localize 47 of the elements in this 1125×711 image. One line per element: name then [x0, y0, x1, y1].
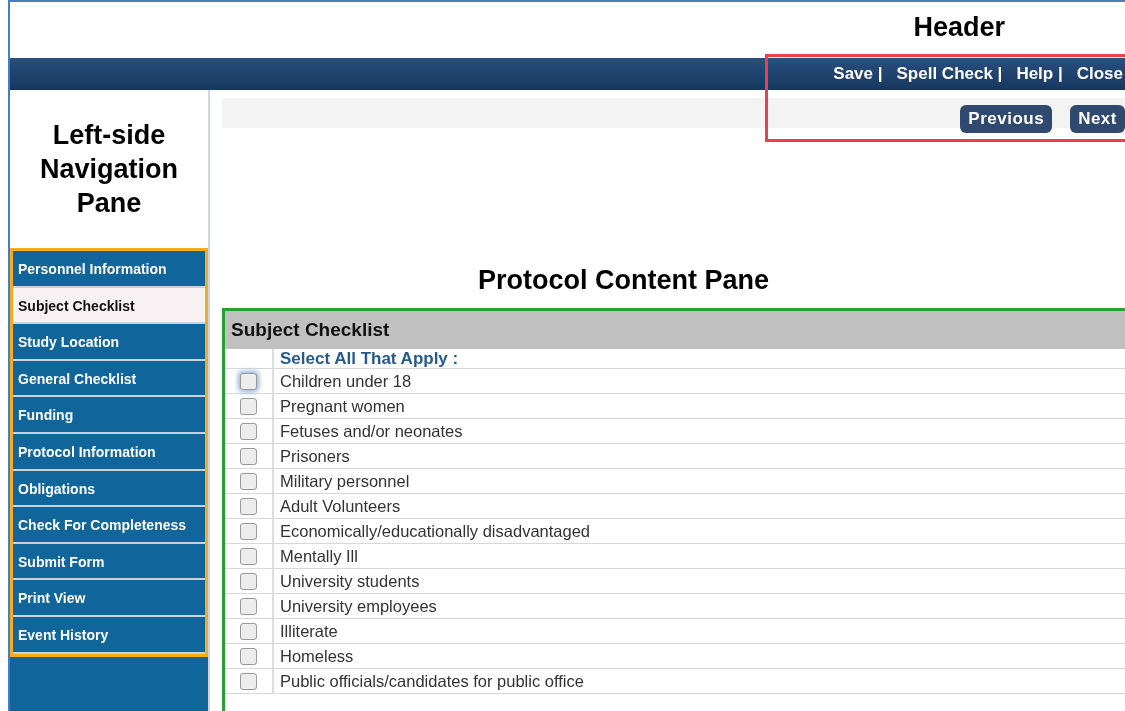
nav-button[interactable]: Next	[1070, 105, 1125, 133]
header-link[interactable]: Save |	[833, 64, 883, 84]
checkbox-label: Adult Volunteers	[280, 496, 401, 516]
header-link[interactable]: Help |	[1016, 64, 1063, 84]
checkbox-label: Children under 18	[280, 371, 412, 391]
header-link[interactable]: Spell Check |	[896, 64, 1003, 84]
checkbox[interactable]	[240, 647, 257, 665]
checkbox[interactable]	[240, 447, 257, 465]
checkbox-label: University students	[280, 571, 420, 591]
sidebar-item[interactable]: General Checklist	[13, 360, 205, 398]
sidebar-item[interactable]: Obligations	[13, 470, 205, 508]
panel-title: Subject Checklist	[231, 319, 390, 341]
sidebar-item[interactable]: Submit Form	[13, 543, 205, 581]
sidebar-item[interactable]: Protocol Information	[13, 433, 205, 471]
sidebar-item[interactable]: Subject Checklist	[13, 287, 205, 325]
checkbox[interactable]	[240, 422, 257, 440]
checkbox-label: Fetuses and/or neonates	[280, 421, 463, 441]
checkbox[interactable]	[240, 497, 257, 515]
sidebar-item[interactable]: Check For Completeness	[13, 507, 205, 544]
checkbox-label: Pregnant women	[280, 396, 405, 416]
checkbox[interactable]	[240, 547, 257, 565]
annotation-label: Left-side Navigation Pane	[39, 119, 179, 220]
checkbox[interactable]	[240, 522, 257, 540]
checkbox-label: University employees	[280, 596, 437, 616]
sidebar-item[interactable]: Event History	[13, 616, 205, 654]
checkbox[interactable]	[240, 597, 257, 615]
instruction-text: Select All That Apply :	[280, 348, 459, 369]
checkbox-label: Homeless	[280, 646, 354, 666]
sidebar-item[interactable]: Funding	[13, 397, 205, 434]
checkbox-label: Public officials/candidates for public office	[280, 671, 584, 691]
checkbox[interactable]	[240, 572, 257, 590]
annotation-label: Protocol Content Pane	[478, 265, 769, 296]
sidebar-item[interactable]: Print View	[13, 580, 205, 617]
annotation-label: Header	[913, 12, 1005, 43]
checkbox-label: Illiterate	[280, 621, 338, 641]
checkbox[interactable]	[240, 397, 257, 415]
checkbox[interactable]	[240, 472, 257, 490]
sidebar-item[interactable]: Study Location	[13, 324, 205, 361]
checkbox-label: Military personnel	[280, 471, 410, 491]
header-link[interactable]: Close	[1076, 64, 1123, 84]
checkbox-label: Prisoners	[280, 446, 350, 466]
checkbox-label: Economically/educationally disadvantaged	[280, 521, 591, 541]
checkbox-label: Mentally Ill	[280, 546, 358, 566]
nav-button[interactable]: Previous	[960, 105, 1053, 133]
checkbox[interactable]	[240, 672, 257, 690]
checkbox[interactable]	[240, 622, 257, 640]
checkbox[interactable]	[240, 372, 257, 390]
